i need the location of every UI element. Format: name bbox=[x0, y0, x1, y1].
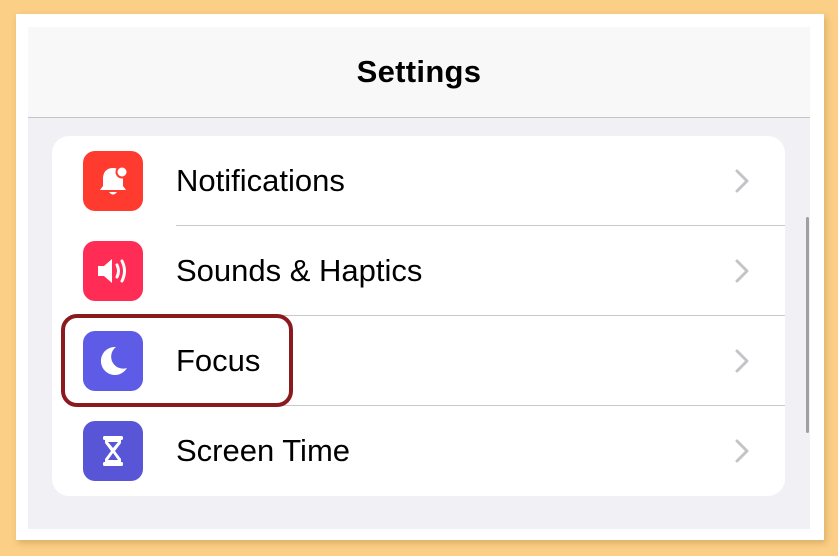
focus-highlight-box bbox=[61, 314, 293, 407]
settings-row-screen-time[interactable]: Screen Time bbox=[52, 406, 785, 496]
page-title: Settings bbox=[356, 54, 482, 89]
settings-screen: Settings Notifications Sounds & Haptics … bbox=[28, 27, 810, 529]
speaker-wave-icon bbox=[83, 241, 143, 301]
bell-badge-icon bbox=[83, 151, 143, 211]
chevron-right-icon bbox=[735, 169, 749, 193]
settings-row-label: Notifications bbox=[176, 163, 345, 198]
settings-row-label: Screen Time bbox=[176, 433, 351, 468]
chevron-right-icon bbox=[735, 259, 749, 283]
chevron-right-icon bbox=[735, 439, 749, 463]
navigation-bar: Settings bbox=[28, 27, 810, 118]
scrollbar[interactable] bbox=[806, 217, 809, 433]
settings-row-sounds-haptics[interactable]: Sounds & Haptics bbox=[52, 226, 785, 316]
chevron-right-icon bbox=[735, 349, 749, 373]
settings-row-notifications[interactable]: Notifications bbox=[52, 136, 785, 226]
hourglass-icon bbox=[83, 421, 143, 481]
settings-row-label: Sounds & Haptics bbox=[176, 253, 423, 288]
